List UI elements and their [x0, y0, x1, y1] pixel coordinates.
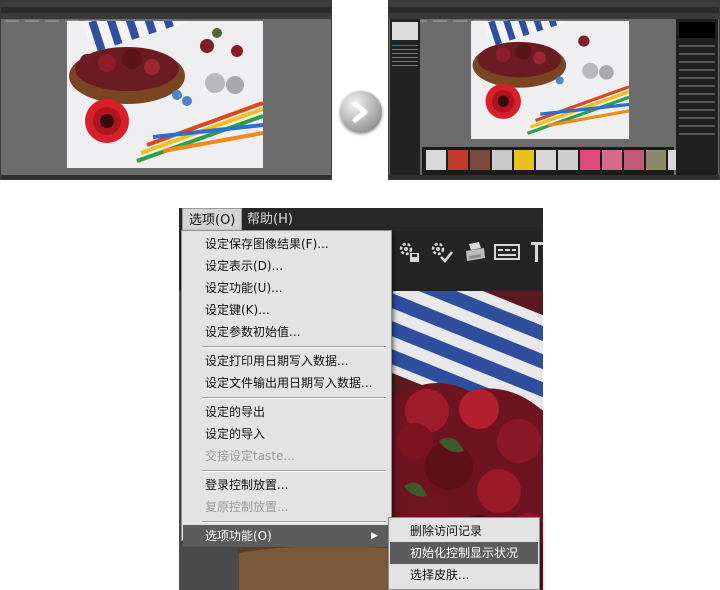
menu-item[interactable]: 设定参数初始值...	[183, 321, 390, 343]
menu-item-label: 设定打印用日期写入数据...	[205, 354, 349, 368]
menu-item-label: 设定表示(D)...	[205, 259, 284, 273]
preview-photo	[471, 21, 629, 139]
palette-pane	[676, 19, 718, 175]
menu-item[interactable]: 登录控制放置...	[183, 474, 390, 496]
menu-separator	[202, 397, 386, 399]
menu-separator	[202, 521, 386, 523]
menu-help[interactable]: 帮助(H)	[241, 208, 299, 231]
menu-item[interactable]: 设定打印用日期写入数据...	[183, 350, 390, 372]
submenu-item-label: 删除访问记录	[410, 524, 483, 538]
menu-item-label: 设定参数初始值...	[205, 325, 301, 339]
film-thumbnail	[426, 150, 446, 170]
options-dropdown-menu: 设定保存图像结果(F)... 设定表示(D)... 设定功能(U)... 设定键(K)…	[181, 230, 392, 547]
browser-pane	[390, 19, 420, 175]
film-thumbnail	[602, 150, 622, 170]
menu-item-label: 登录控制放置...	[205, 478, 289, 492]
submenu-item[interactable]: 删除访问记录	[390, 520, 538, 542]
menu-item[interactable]: 选项功能(O) ▶	[183, 525, 390, 547]
text-cursor-icon[interactable]	[529, 240, 543, 264]
menu-item[interactable]: 设定的导入	[183, 423, 390, 445]
settings-save-icon[interactable]	[397, 240, 421, 264]
menu-item[interactable]: 设定表示(D)...	[183, 255, 390, 277]
menu-item: 复原控制放置...	[183, 496, 390, 518]
menu-item-label: 选项功能(O)	[205, 529, 272, 543]
menu-item[interactable]: 设定保存图像结果(F)...	[183, 233, 390, 255]
menu-item: 交接设定taste...	[183, 445, 390, 467]
menu-item[interactable]: 设定功能(U)...	[183, 277, 390, 299]
arrow-right-icon	[340, 91, 382, 133]
window-statusbar	[1, 175, 331, 179]
film-thumbnail	[492, 150, 512, 170]
menu-item[interactable]: 设定文件输出用日期写入数据...	[183, 372, 390, 394]
histogram	[679, 22, 715, 38]
menu-options[interactable]: 选项(O)	[182, 208, 243, 231]
menu-item-label: 复原控制放置...	[205, 500, 289, 514]
printer-icon[interactable]	[463, 240, 487, 264]
submenu-item-label: 选择皮肤...	[410, 568, 470, 582]
menu-item-label: 设定保存图像结果(F)...	[205, 237, 329, 251]
menu-item-label: 设定键(K)...	[205, 303, 270, 317]
film-thumbnail	[646, 150, 666, 170]
after-screenshot	[388, 0, 720, 180]
menu-item-label: 设定功能(U)...	[205, 281, 283, 295]
film-thumbnail	[514, 150, 534, 170]
submenu-item[interactable]: 初始化控制显示状况	[390, 542, 538, 564]
submenu-arrow-icon: ▶	[371, 531, 378, 541]
menu-item-label: 交接设定taste...	[205, 449, 295, 463]
film-thumbnail	[536, 150, 556, 170]
menu-item[interactable]: 设定键(K)...	[183, 299, 390, 321]
menu-item-label: 设定的导入	[205, 427, 266, 441]
folder-tree	[392, 45, 418, 46]
window-statusbar	[389, 175, 719, 179]
window-toolbar	[389, 13, 719, 19]
menubar: 选项(O) 帮助(H)	[179, 208, 543, 231]
film-thumbnail	[580, 150, 600, 170]
menu-separator	[202, 470, 386, 472]
film-thumbnail	[624, 150, 644, 170]
preview-photo	[67, 21, 263, 168]
film-thumbnail	[470, 150, 490, 170]
film-thumbnail	[448, 150, 468, 170]
menu-separator	[202, 346, 386, 348]
menu-item-label: 设定的导出	[205, 405, 266, 419]
before-screenshot	[0, 0, 332, 180]
window-toolbar	[1, 13, 331, 19]
submenu-item-label: 初始化控制显示状况	[410, 546, 519, 560]
option-functions-submenu: 删除访问记录初始化控制显示状况 选择皮肤...	[388, 517, 540, 590]
menu-item[interactable]: 设定的导出	[183, 401, 390, 423]
submenu-item[interactable]: 选择皮肤...	[390, 564, 538, 586]
settings-check-icon[interactable]	[429, 240, 453, 264]
navigator-thumbnail	[392, 22, 418, 40]
filmstrip-icon[interactable]	[494, 240, 520, 264]
filmstrip	[422, 147, 688, 175]
menu-item-label: 设定文件输出用日期写入数据...	[205, 376, 373, 390]
film-thumbnail	[558, 150, 578, 170]
